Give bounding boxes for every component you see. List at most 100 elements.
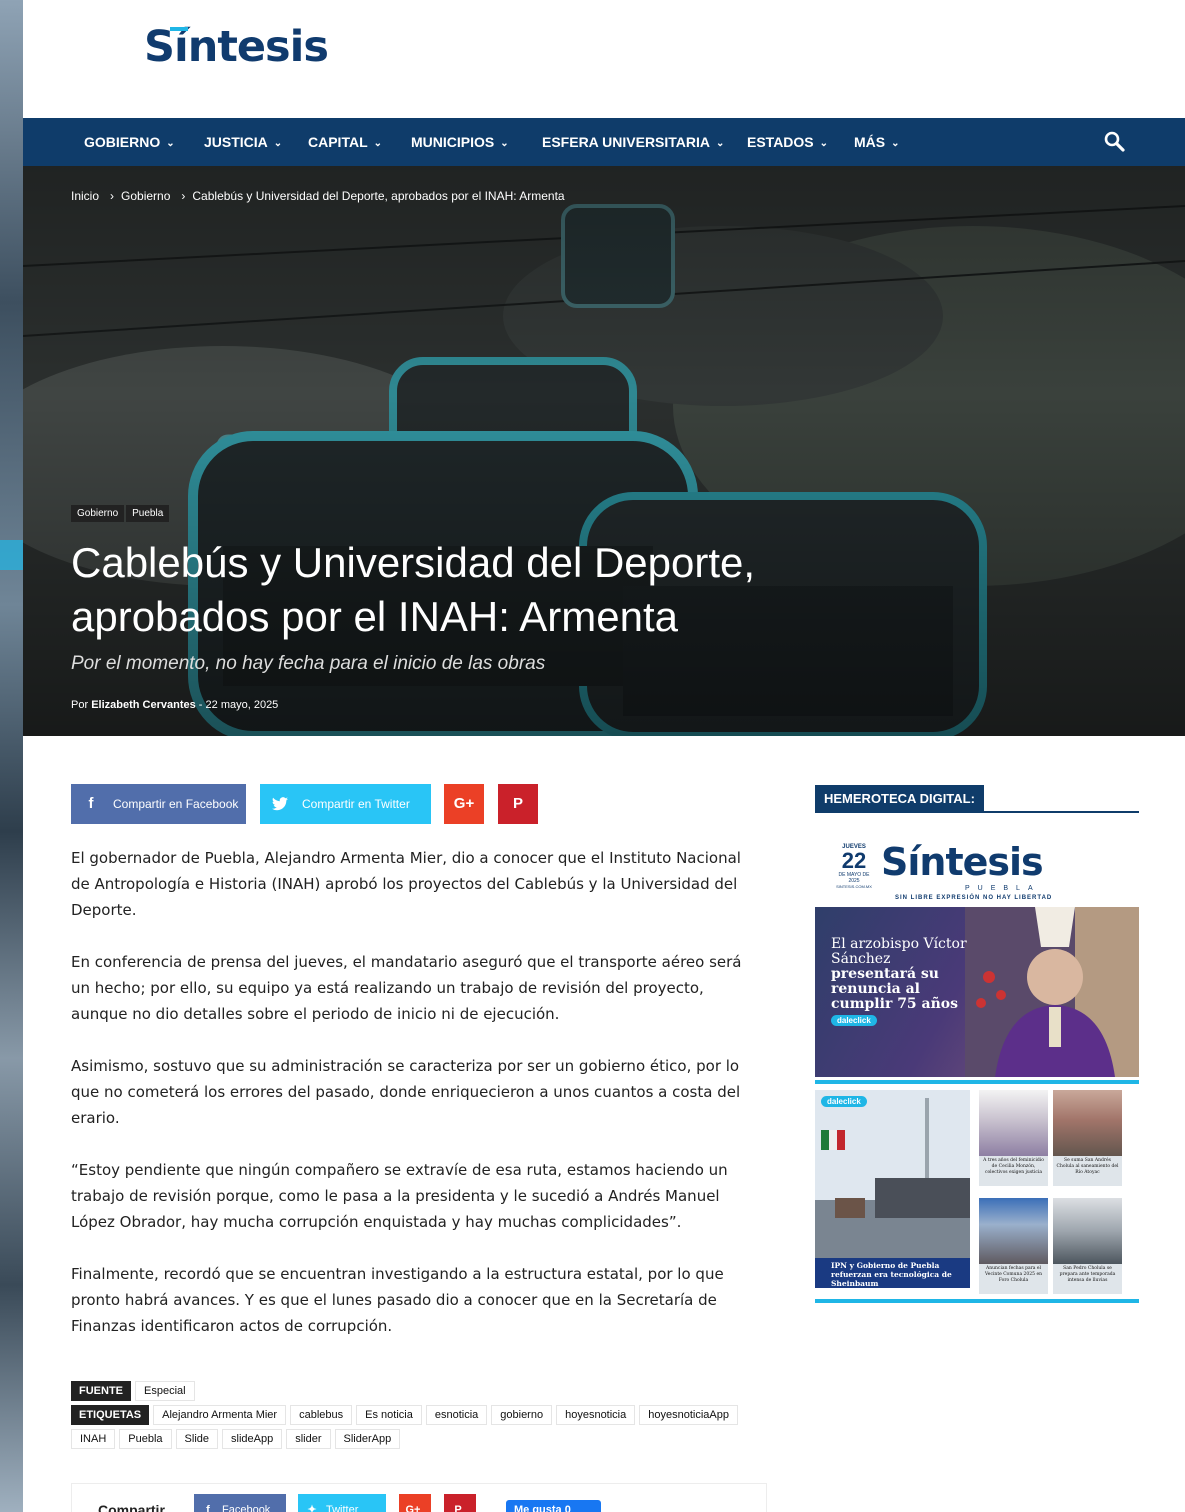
pinterest-icon: P: [454, 1504, 462, 1512]
tag-link[interactable]: gobierno: [491, 1405, 553, 1425]
nav-label: ESFERA UNIVERSITARIA: [542, 134, 711, 150]
bottom-share-twitter[interactable]: ✦ Twitter: [298, 1494, 386, 1512]
paper-story-caption: IPN y Gobierno de Puebla refuerzan era t…: [815, 1258, 970, 1288]
breadcrumb-current: Cablebús y Universidad del Deporte, apro…: [192, 189, 565, 203]
paper-bottom-stripe: [815, 1299, 1139, 1303]
tags-section: FUENTE Especial ETIQUETAS Alejandro Arment…: [71, 1381, 771, 1453]
article-paragraph: “Estoy pendiente que ningún compañero se…: [71, 1161, 728, 1231]
byline-prefix: Por: [71, 699, 89, 711]
breadcrumb-separator: ›: [181, 189, 186, 203]
tags-label: ETIQUETAS: [71, 1405, 150, 1425]
share-facebook-label: Compartir en Facebook: [113, 797, 239, 811]
header: Síntesis: [23, 0, 1185, 118]
nav-item-gobierno[interactable]: GOBIERNO ⌄: [84, 118, 175, 166]
paper-day: 22: [841, 848, 867, 873]
breadcrumb-home[interactable]: Inicio: [71, 189, 99, 203]
paper-story-caption: Se suma San Andrés Cholula al saneamient…: [1056, 1158, 1119, 1175]
logo-accent: [170, 27, 188, 31]
sidebar-heading-label: HEMEROTECA DIGITAL:: [815, 785, 984, 813]
author-link[interactable]: Elizabeth Cervantes: [91, 699, 196, 711]
hero-image: Inicio › Gobierno › Cablebús y Universidad d…: [23, 166, 1185, 736]
twitter-icon: [260, 784, 300, 824]
paper-story-large: daleclick IPN y Gobierno de Puebla refue…: [815, 1090, 970, 1288]
chevron-down-icon: ⌄: [716, 138, 725, 149]
paper-story-caption: San Pedro Cholula se prepara ante tempor…: [1059, 1266, 1116, 1283]
daleclick-badge: daleclick: [831, 1015, 877, 1026]
paper-city: PUEBLA: [965, 885, 1041, 892]
tag-link[interactable]: Alejandro Armenta Mier: [153, 1405, 287, 1425]
page: Síntesis GOBIERNO ⌄ JUSTICIA ⌄ CAPITAL ⌄ MU…: [23, 0, 1185, 1512]
tag-link[interactable]: Slide: [175, 1429, 219, 1449]
tag-link[interactable]: SliderApp: [334, 1429, 401, 1449]
paper-site: SINTESIS.COM.MX: [836, 884, 872, 889]
nav-item-mas[interactable]: MÁS ⌄: [854, 118, 900, 166]
bottom-share-pinterest[interactable]: P: [444, 1494, 476, 1512]
site-logo[interactable]: Síntesis: [144, 22, 329, 72]
breadcrumb-category[interactable]: Gobierno: [121, 189, 170, 203]
paper-story-small: Se suma San Andrés Cholula al saneamient…: [1053, 1090, 1122, 1186]
paper-story-grid: daleclick IPN y Gobierno de Puebla refue…: [815, 1088, 1139, 1298]
nav-label: CAPITAL: [308, 134, 368, 150]
chevron-down-icon: ⌄: [273, 138, 283, 149]
tag-link[interactable]: slider: [286, 1429, 331, 1449]
story-photo: [1053, 1090, 1122, 1156]
article-body: El gobernador de Puebla, Alejandro Armen…: [71, 845, 749, 1365]
bottom-share-facebook[interactable]: f Facebook: [194, 1494, 286, 1512]
source-row: FUENTE Especial: [71, 1381, 771, 1405]
tag-link[interactable]: slideApp: [222, 1429, 283, 1449]
tag-link[interactable]: Puebla: [119, 1429, 172, 1449]
article-paragraph: Finalmente, recordó que se encuentran in…: [71, 1265, 724, 1335]
newspaper-cover[interactable]: JUEVES 22 DE MAYO DE 2025 SINTESIS.COM.M…: [815, 830, 1139, 1305]
nav-label: MUNICIPIOS: [411, 134, 495, 150]
category-badge-puebla[interactable]: Puebla: [126, 505, 170, 522]
bottom-share-facebook-label: Facebook: [222, 1504, 271, 1512]
nav-item-capital[interactable]: CAPITAL ⌄: [308, 118, 382, 166]
tag-link[interactable]: hoyesnoticia: [556, 1405, 636, 1425]
paper-headline: El arzobispo Víctor Sánchez presentará s…: [831, 937, 971, 1012]
nav-label: MÁS: [854, 134, 886, 150]
share-googleplus-button[interactable]: G+: [444, 784, 484, 824]
byline-separator: -: [198, 699, 203, 711]
tag-link[interactable]: hoyesnoticiaApp: [639, 1405, 738, 1425]
nav-item-estados[interactable]: ESTADOS ⌄: [747, 118, 828, 166]
nav-item-municipios[interactable]: MUNICIPIOS ⌄: [411, 118, 509, 166]
share-pinterest-button[interactable]: P: [498, 784, 538, 824]
daleclick-badge: daleclick: [821, 1096, 867, 1107]
paper-story-caption: A tres años del feminicidio de Cecilia M…: [983, 1158, 1044, 1175]
article-paragraph: En conferencia de prensa del jueves, el …: [71, 953, 742, 1023]
chevron-down-icon: ⌄: [166, 138, 175, 149]
chevron-down-icon: ⌄: [373, 138, 383, 149]
ipn-event-photo: [815, 1090, 970, 1258]
facebook-like-button[interactable]: Me gusta 0: [506, 1500, 601, 1512]
like-label: Me gusta 0: [514, 1504, 571, 1512]
tag-link[interactable]: cablebus: [290, 1405, 353, 1425]
chevron-down-icon: ⌄: [819, 138, 829, 149]
article-title: Cablebús y Universidad del Deporte, apro…: [71, 539, 756, 640]
bottom-share-twitter-label: Twitter: [326, 1504, 359, 1512]
nav-label: ESTADOS: [747, 134, 814, 150]
tag-link[interactable]: INAH: [71, 1429, 116, 1449]
tag-link[interactable]: esnoticia: [425, 1405, 488, 1425]
category-badge-gobierno[interactable]: Gobierno: [71, 505, 125, 522]
nav-label: JUSTICIA: [204, 134, 268, 150]
story-photo: [979, 1198, 1048, 1264]
paper-month: DE MAYO DE 2025: [838, 872, 870, 884]
share-facebook-button[interactable]: f Compartir en Facebook: [71, 784, 246, 824]
story-photo: [1053, 1198, 1122, 1264]
googleplus-icon: G+: [405, 1504, 421, 1512]
share-twitter-label: Compartir en Twitter: [302, 797, 410, 811]
search-icon[interactable]: [1103, 130, 1127, 154]
tag-link[interactable]: Es noticia: [356, 1405, 422, 1425]
paper-story-small: San Pedro Cholula se prepara ante tempor…: [1053, 1198, 1122, 1294]
share-twitter-button[interactable]: Compartir en Twitter: [260, 784, 431, 824]
chevron-down-icon: ⌄: [500, 138, 509, 149]
paper-divider: [815, 1080, 1139, 1084]
article-subtitle: Por el momento, no hay fecha para el ini…: [71, 653, 546, 674]
nav-item-justicia[interactable]: JUSTICIA ⌄: [204, 118, 282, 166]
bottom-share-box: Compartir f Facebook ✦ Twitter G+ P Me gus…: [71, 1483, 767, 1512]
paper-motto: SIN LIBRE EXPRESIÓN NO HAY LIBERTAD: [895, 895, 1053, 901]
nav-item-esfera-universitaria[interactable]: ESFERA UNIVERSITARIA ⌄: [542, 118, 724, 166]
source-value[interactable]: Especial: [135, 1381, 195, 1401]
bottom-share-googleplus[interactable]: G+: [399, 1494, 431, 1512]
paper-headline-line1: El arzobispo Víctor Sánchez: [831, 936, 967, 967]
